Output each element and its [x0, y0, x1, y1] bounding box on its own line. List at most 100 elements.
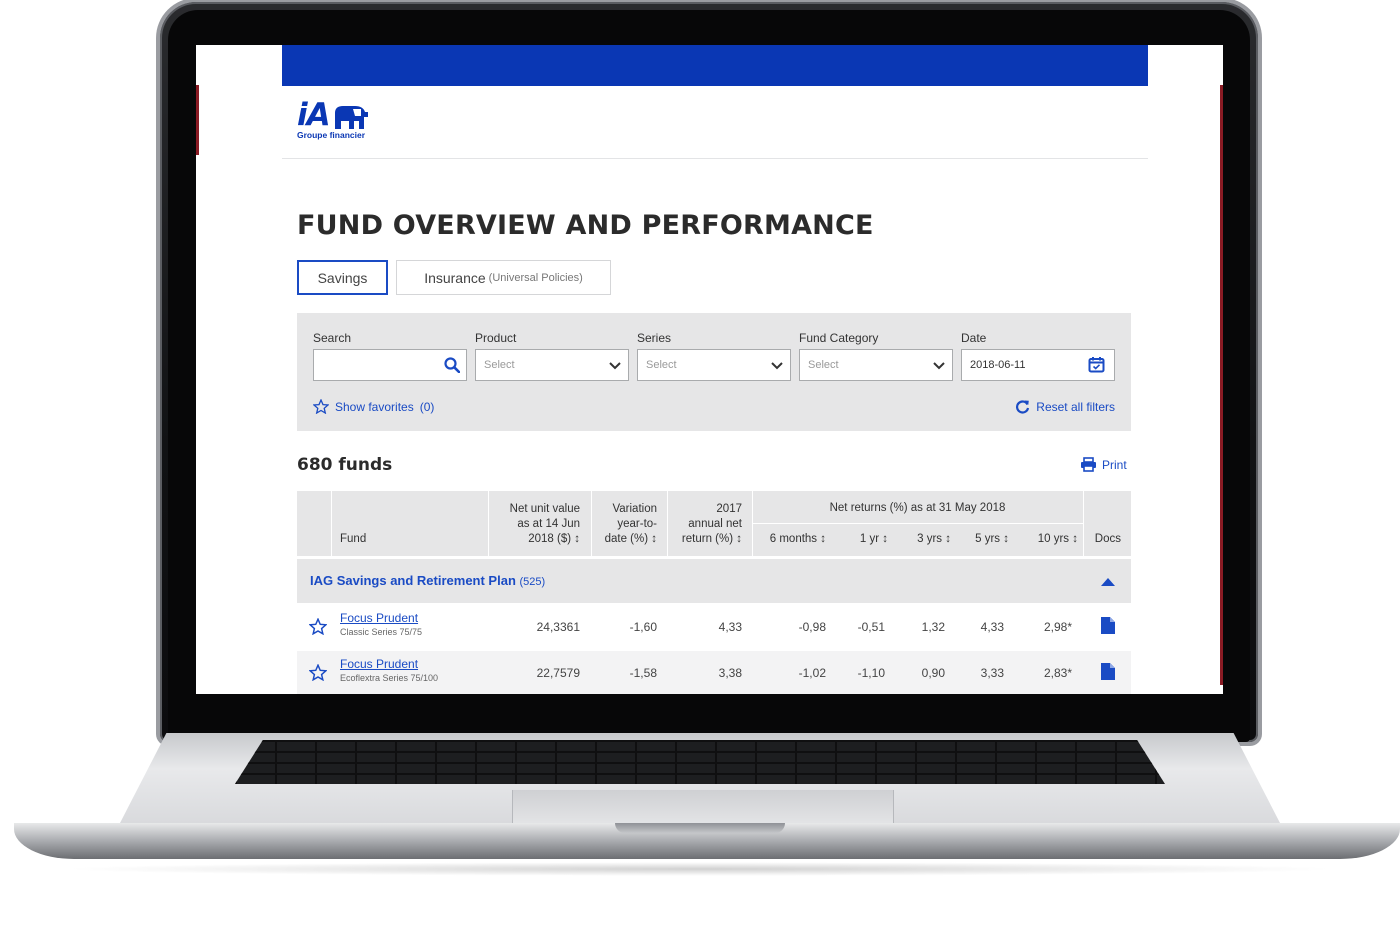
laptop-trackpad — [512, 790, 894, 825]
favorite-star-icon[interactable] — [309, 618, 327, 635]
cell-ytd: -1,58 — [629, 666, 657, 680]
date-value: 2018-06-11 — [970, 359, 1026, 371]
th-6-months[interactable]: 6 months ↕ — [770, 532, 826, 547]
category-value: Select — [808, 359, 839, 371]
th-5-yrs[interactable]: 5 yrs ↕ — [975, 532, 1009, 547]
fund-series: Ecoflextra Series 75/100 — [340, 673, 439, 683]
reset-filters-label: Reset all filters — [1036, 399, 1115, 414]
header-divider — [752, 523, 1083, 524]
product-label: Product — [475, 331, 517, 345]
fund-group-count: (525) — [519, 576, 546, 588]
column-divider — [331, 491, 332, 556]
th-ytd-line1: Variation — [612, 503, 657, 515]
header-divider — [282, 158, 1148, 159]
th-10-yrs[interactable]: 10 yrs ↕ — [1038, 532, 1078, 547]
document-icon[interactable] — [1100, 616, 1116, 635]
elephant-icon — [334, 106, 368, 129]
column-divider — [667, 491, 668, 556]
tab-label: Savings — [317, 269, 368, 286]
cell-10-yrs: 2,98* — [1043, 620, 1072, 634]
laptop-keyboard — [235, 740, 1165, 784]
th-annual-sort[interactable]: return (%) ↕ — [682, 532, 742, 547]
top-banner — [282, 45, 1148, 86]
search-input[interactable] — [313, 349, 467, 381]
fund-group-name: IAG Savings and Retirement Plan — [310, 573, 516, 588]
cell-annual: 4,33 — [718, 620, 742, 634]
chevron-down-icon — [771, 362, 783, 370]
product-select[interactable]: Select — [475, 349, 629, 381]
results-count: 680 funds — [297, 455, 393, 475]
document-icon[interactable] — [1100, 662, 1116, 681]
search-icon[interactable] — [444, 357, 460, 373]
table-header: Fund Net unit value as at 14 Jun 2018 ($… — [297, 491, 1131, 556]
filter-panel: Search Product Select Series Select Fund… — [297, 313, 1131, 431]
print-label: Print — [1102, 457, 1127, 472]
show-favorites-link[interactable]: Show favorites (0) — [313, 399, 434, 414]
column-divider — [488, 491, 489, 556]
logo-text: iA — [297, 97, 331, 133]
show-favorites-label: Show favorites — [335, 399, 414, 414]
cell-5-yrs: 4,33 — [980, 620, 1004, 634]
cell-nuv: 22,7579 — [536, 666, 580, 680]
product-value: Select — [484, 359, 515, 371]
table-row: Focus Prudent Classic Series 75/75 24,33… — [297, 605, 1131, 651]
th-docs: Docs — [1094, 533, 1121, 545]
star-icon — [313, 399, 329, 414]
cell-3-yrs: 1,32 — [921, 620, 945, 634]
cell-6-months: -1,02 — [798, 666, 826, 680]
logo-subtitle: Groupe financier — [297, 130, 366, 140]
series-select[interactable]: Select — [637, 349, 791, 381]
series-value: Select — [646, 359, 677, 371]
series-label: Series — [637, 331, 672, 345]
column-divider — [591, 491, 592, 556]
th-1-yr[interactable]: 1 yr ↕ — [860, 532, 888, 547]
cell-annual: 3,38 — [718, 666, 742, 680]
column-divider — [1083, 491, 1084, 556]
fund-name-link[interactable]: Focus Prudent — [340, 611, 422, 625]
fund-group-row[interactable]: IAG Savings and Retirement Plan (525) — [297, 559, 1131, 603]
fund-series: Classic Series 75/75 — [340, 627, 423, 637]
laptop-screen: iA Groupe financier FUND OVERVIEW AND PE… — [196, 45, 1223, 694]
th-ytd-sort[interactable]: date (%) ↕ — [605, 532, 657, 547]
page-title: FUND OVERVIEW AND PERFORMANCE — [297, 210, 874, 241]
printer-icon — [1081, 457, 1096, 472]
laptop-notch — [615, 823, 785, 833]
logo-mark: iA — [297, 99, 369, 131]
tab-label: Insurance — [424, 269, 486, 286]
category-label: Fund Category — [799, 331, 879, 345]
fund-group-title: IAG Savings and Retirement Plan (525) — [310, 573, 545, 588]
th-nuv-line1: Net unit value — [509, 503, 580, 515]
cell-6-months: -0,98 — [798, 620, 826, 634]
cell-3-yrs: 0,90 — [921, 666, 945, 680]
th-3-yrs[interactable]: 3 yrs ↕ — [917, 532, 951, 547]
print-button[interactable]: Print — [1080, 457, 1127, 472]
date-input[interactable]: 2018-06-11 — [961, 349, 1115, 381]
chevron-down-icon — [933, 362, 945, 370]
tab-savings[interactable]: Savings — [297, 260, 388, 295]
table-row: Focus Prudent Ecoflextra Series 75/100 2… — [297, 651, 1131, 694]
th-ytd-line2: year-to- — [617, 518, 657, 530]
brand-logo[interactable]: iA Groupe financier — [297, 99, 369, 140]
fund-name-cell: Focus Prudent Ecoflextra Series 75/100 — [340, 657, 438, 683]
fund-name-cell: Focus Prudent Classic Series 75/75 — [340, 611, 422, 637]
reset-filters-link[interactable]: Reset all filters — [1015, 399, 1115, 414]
chevron-down-icon — [609, 362, 621, 370]
tab-suffix: (Universal Policies) — [488, 271, 583, 284]
cell-10-yrs: 2,83* — [1043, 666, 1072, 680]
cell-nuv: 24,3361 — [536, 620, 580, 634]
collapse-caret-icon[interactable] — [1101, 578, 1115, 586]
cell-5-yrs: 3,33 — [980, 666, 1004, 680]
favorites-count: (0) — [419, 399, 435, 414]
category-select[interactable]: Select — [799, 349, 953, 381]
calendar-icon[interactable] — [1088, 356, 1105, 373]
search-label: Search — [313, 331, 352, 345]
th-nuv-sort[interactable]: 2018 ($) ↕ — [528, 532, 580, 547]
th-fund: Fund — [340, 533, 367, 545]
screen-edge — [196, 85, 199, 155]
fund-name-link[interactable]: Focus Prudent — [340, 657, 438, 671]
favorite-star-icon[interactable] — [309, 664, 327, 681]
th-annual-line2: annual net — [688, 518, 742, 530]
th-net-returns: Net returns (%) as at 31 May 2018 — [829, 502, 1006, 514]
tab-insurance[interactable]: Insurance (Universal Policies) — [396, 260, 611, 295]
cell-1-yr: -1,10 — [857, 666, 885, 680]
